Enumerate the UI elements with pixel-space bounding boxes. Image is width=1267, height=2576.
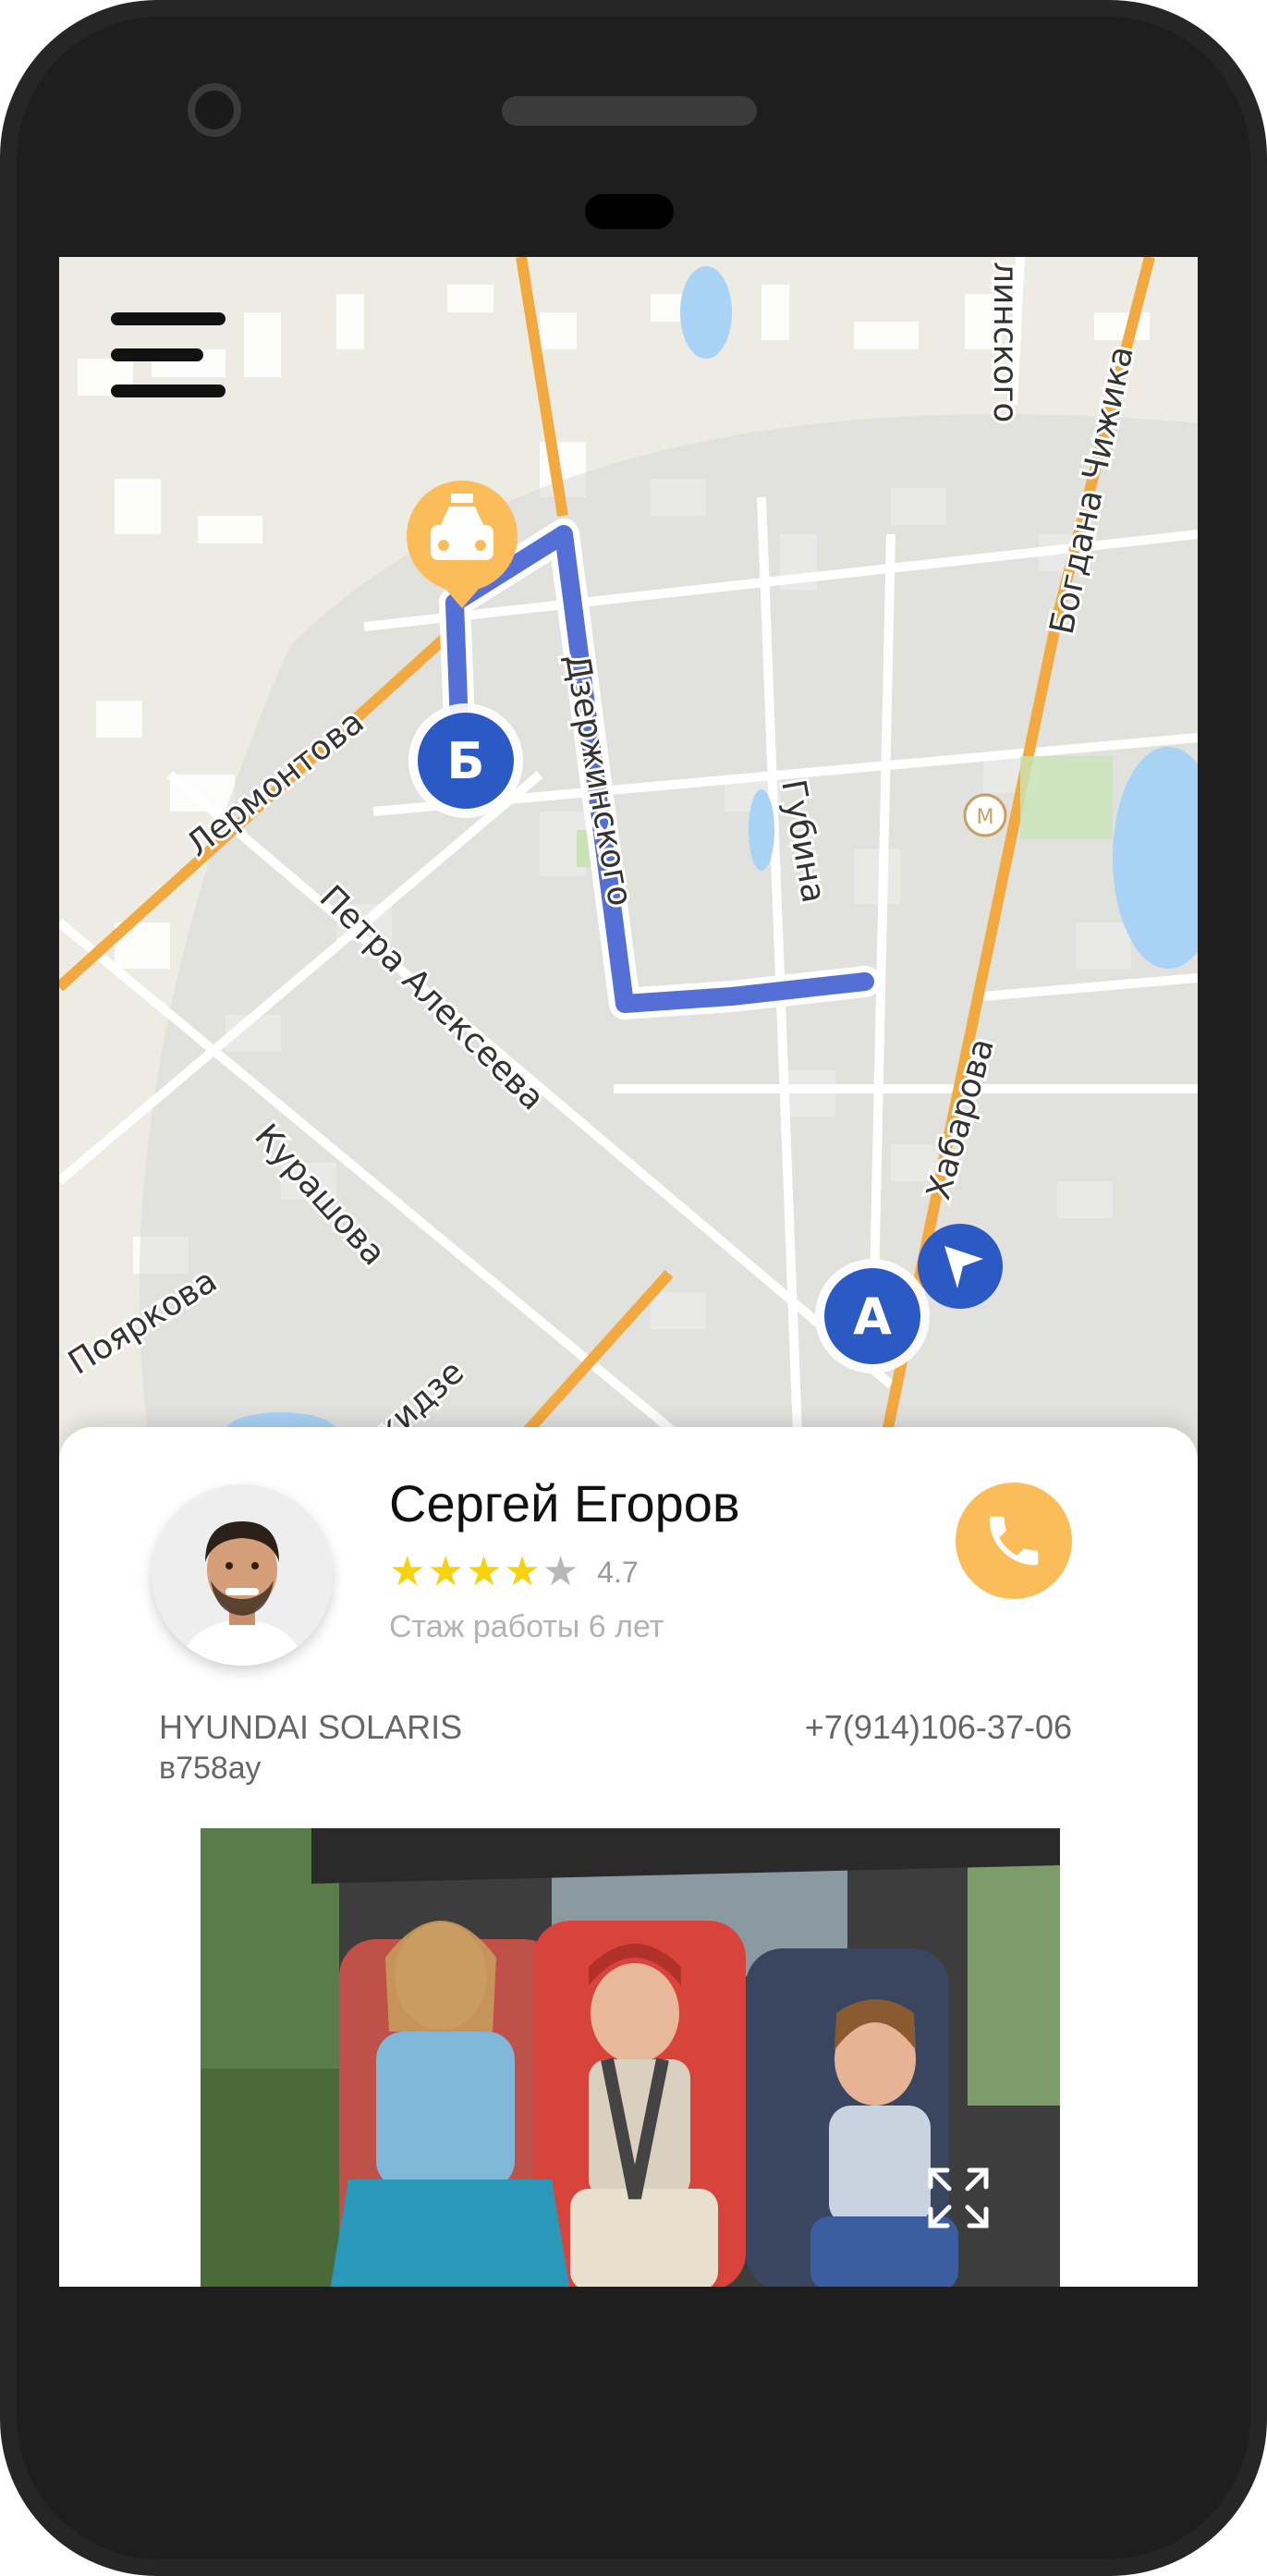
destination-marker-label: Б [446, 732, 484, 790]
route-map[interactable]: Дзержинского Лермонтова Петра Алексеева … [59, 257, 1198, 1459]
app-screen: Дзержинского Лермонтова Петра Алексеева … [59, 257, 1198, 2287]
star-icon: ★ [542, 1549, 579, 1594]
car-interior-photo[interactable] [201, 1828, 1060, 2287]
proximity-sensor [585, 194, 674, 229]
star-icon: ★ [465, 1549, 503, 1594]
star-icon: ★ [389, 1549, 426, 1594]
driver-experience: Стаж работы 6 лет [389, 1609, 664, 1644]
phone-icon [989, 1516, 1039, 1566]
driver-phone[interactable]: +7(914)106-37-06 [805, 1708, 1072, 1747]
star-icon: ★ [427, 1549, 464, 1594]
svg-text:M: M [977, 806, 994, 829]
navigation-arrow-icon[interactable] [918, 1224, 1003, 1309]
phone-frame: Дзержинского Лермонтова Петра Алексеева … [0, 0, 1267, 2576]
destination-marker[interactable]: Б [408, 703, 523, 818]
volume-button [1257, 619, 1267, 781]
driver-avatar [152, 1484, 333, 1666]
power-button [1257, 989, 1267, 1312]
driver-name: Сергей Егоров [389, 1474, 740, 1532]
driver-rating: ★ ★ ★ ★ ★ 4.7 [389, 1552, 639, 1593]
rating-value: 4.7 [597, 1555, 639, 1589]
driver-info-sheet: Сергей Егоров ★ ★ ★ ★ ★ 4.7 Стаж работы … [59, 1427, 1198, 2287]
front-camera [188, 83, 241, 137]
call-button[interactable] [956, 1483, 1072, 1599]
metro-icon: M [963, 793, 1007, 837]
start-marker[interactable]: А [815, 1259, 930, 1373]
start-marker-label: А [853, 1288, 892, 1346]
earpiece-speaker [502, 96, 757, 126]
expand-icon[interactable] [921, 2161, 995, 2235]
hamburger-menu-icon[interactable] [111, 312, 225, 397]
car-plate: в758ау [159, 1751, 262, 1786]
car-model: HYUNDAI SOLARIS [159, 1708, 463, 1746]
star-icon: ★ [504, 1549, 541, 1594]
street-label: линского [986, 262, 1024, 422]
